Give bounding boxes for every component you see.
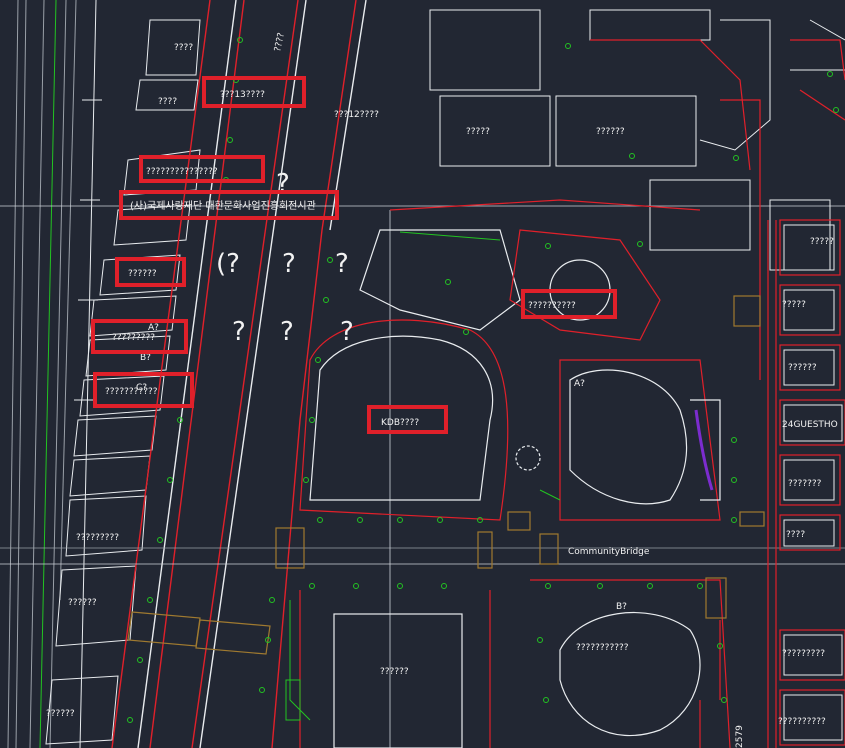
highlight-label-6: ??????????? — [105, 387, 158, 397]
highlight-label-4: ?????? — [128, 269, 157, 279]
svg-text:A?: A? — [574, 379, 585, 389]
svg-text:??????: ?????? — [788, 363, 817, 373]
svg-text:?????????: ????????? — [782, 649, 825, 659]
svg-text:?????: ????? — [466, 127, 490, 137]
svg-text:??????????: ?????????? — [778, 717, 826, 727]
cad-site-plan-map: ? ? ? ? (? ? ? ???? ???? ???? ???12???? … — [0, 0, 845, 748]
svg-text:?: ? — [280, 317, 294, 347]
highlight-label-8: KDB???? — [381, 418, 419, 428]
svg-text:2579: 2579 — [735, 725, 745, 748]
highlight-label-1: ???13???? — [220, 90, 265, 100]
svg-text:?: ? — [282, 249, 296, 279]
svg-text:?????: ????? — [810, 237, 834, 247]
svg-text:????: ???? — [174, 43, 193, 53]
svg-text:?????: ????? — [782, 300, 806, 310]
svg-text:?: ? — [232, 317, 246, 347]
svg-text:???????????: ??????????? — [576, 643, 629, 653]
svg-text:24GUESTHO: 24GUESTHO — [782, 420, 838, 430]
svg-text:????: ???? — [786, 530, 805, 540]
highlight-label-5: ????????? — [112, 333, 155, 343]
svg-text:?: ? — [340, 317, 354, 347]
svg-text:????: ???? — [158, 97, 177, 107]
svg-text:??????: ?????? — [46, 709, 75, 719]
highlight-label-2: ??????????????? — [146, 167, 218, 177]
svg-text:???????: ??????? — [788, 479, 822, 489]
svg-text:B?: B? — [140, 353, 151, 363]
svg-text:??????: ?????? — [380, 667, 409, 677]
svg-text:??????: ?????? — [68, 598, 97, 608]
svg-text:?: ? — [335, 249, 349, 279]
highlight-label-7: ?????????? — [528, 301, 576, 311]
svg-text:A?: A? — [148, 323, 159, 333]
svg-text:(?: (? — [216, 249, 240, 279]
svg-text:B?: B? — [616, 602, 627, 612]
highlight-label-3: (사)국제사랑재단 대한문화사업진흥회전시관 — [130, 199, 316, 212]
svg-text:???12????: ???12???? — [334, 110, 379, 120]
svg-text:?: ? — [276, 169, 290, 199]
svg-text:??????: ?????? — [596, 127, 625, 137]
svg-text:?????????: ????????? — [76, 533, 119, 543]
svg-text:CommunityBridge: CommunityBridge — [568, 547, 650, 557]
